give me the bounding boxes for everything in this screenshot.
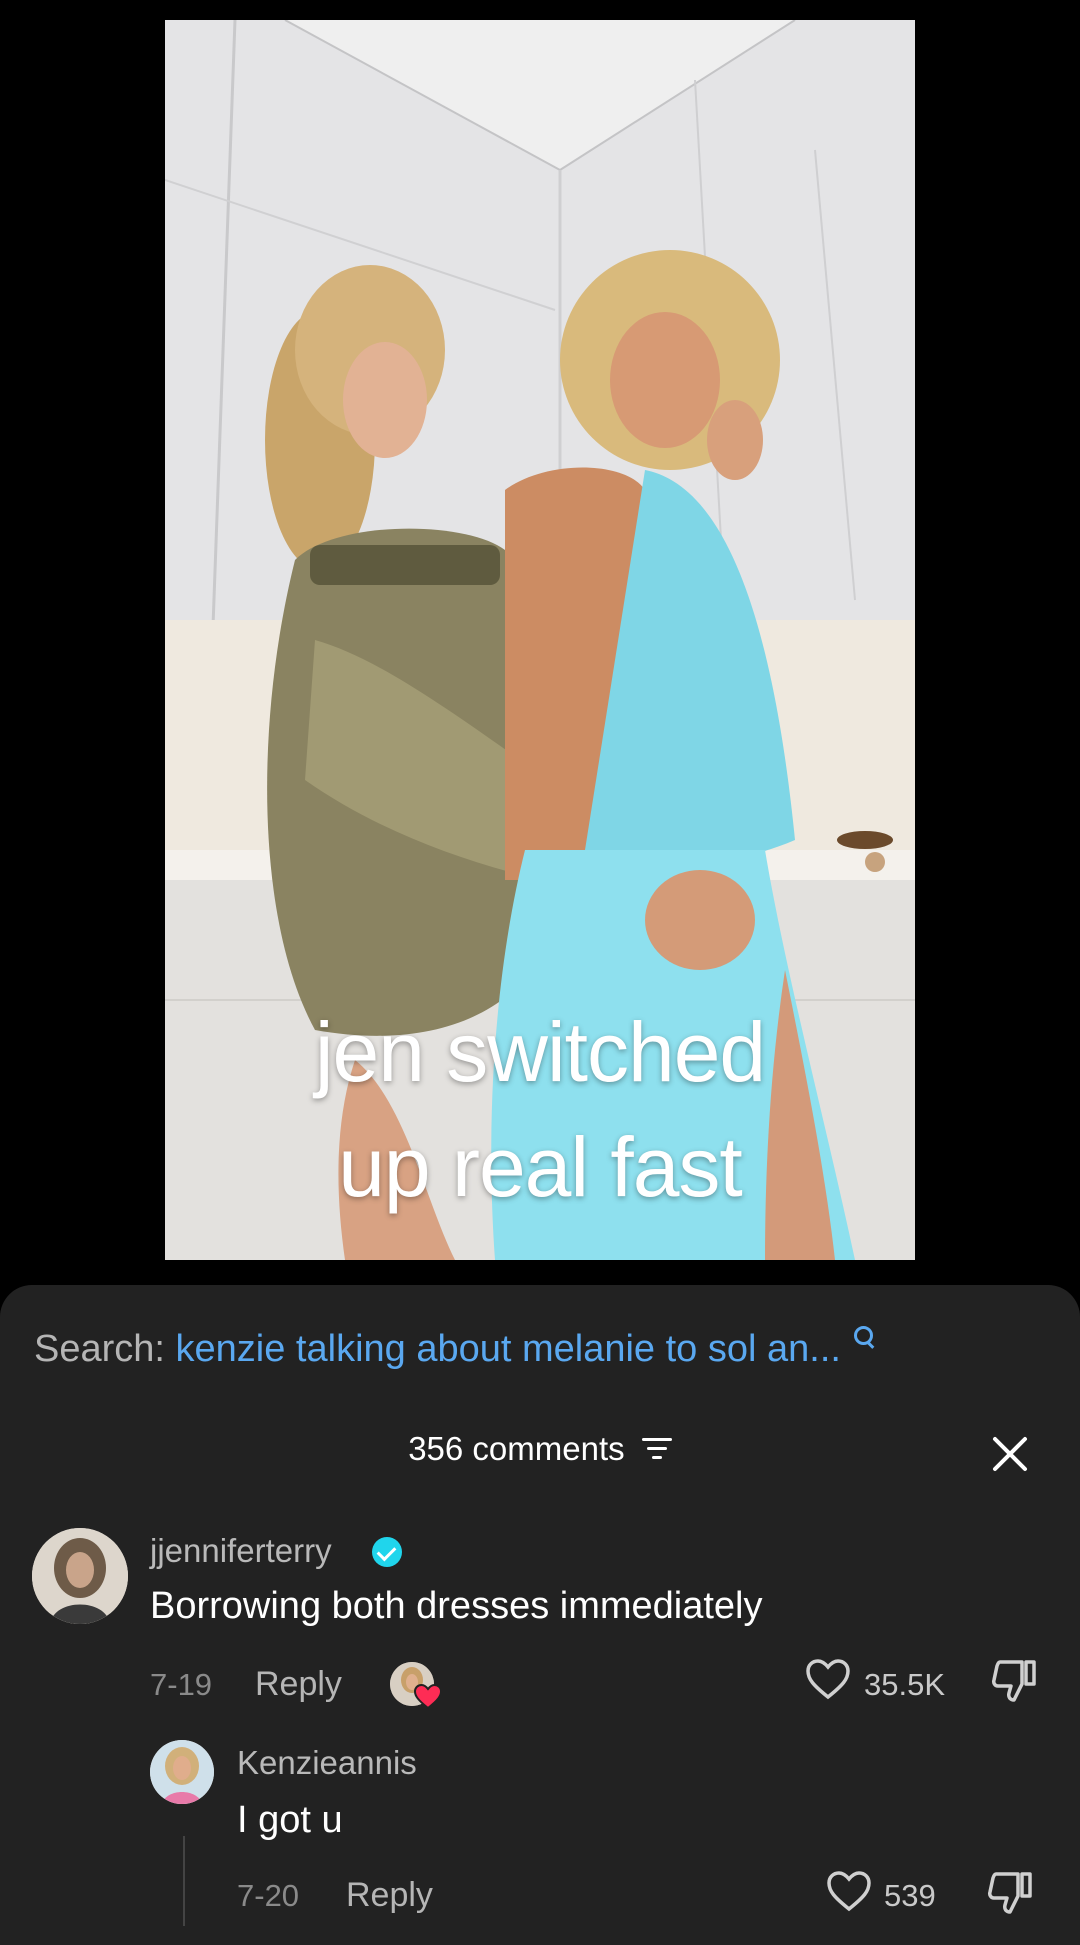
reply-to-reply-button[interactable]: Reply bbox=[346, 1876, 433, 1915]
reply-dislike-icon[interactable] bbox=[986, 1870, 1034, 1916]
reply-heart-icon[interactable] bbox=[826, 1870, 872, 1912]
thread-line bbox=[183, 1836, 185, 1926]
search-suggestion[interactable]: Search: kenzie talking about melanie to … bbox=[34, 1326, 876, 1371]
heart-badge-icon bbox=[414, 1684, 442, 1710]
dislike-icon[interactable] bbox=[990, 1658, 1038, 1704]
reply-username[interactable]: Kenzieannis bbox=[237, 1744, 417, 1782]
filter-icon[interactable] bbox=[641, 1436, 672, 1462]
like-count: 35.5K bbox=[864, 1667, 946, 1702]
comment-username[interactable]: jjenniferterry bbox=[150, 1532, 332, 1570]
reply-avatar[interactable] bbox=[150, 1740, 214, 1804]
reply-avatar-photo bbox=[150, 1740, 214, 1804]
avatar-photo bbox=[32, 1528, 128, 1624]
close-icon[interactable] bbox=[990, 1434, 1030, 1474]
reply-date: 7-20 bbox=[237, 1878, 300, 1913]
search-label: Search: bbox=[34, 1328, 165, 1370]
comment-date: 7-19 bbox=[150, 1667, 213, 1702]
caption-line-2: up real fast bbox=[338, 1120, 743, 1214]
search-query-link[interactable]: kenzie talking about melanie to sol an..… bbox=[176, 1328, 841, 1370]
verified-icon bbox=[372, 1537, 402, 1567]
heart-icon[interactable] bbox=[805, 1658, 851, 1700]
caption-line-1: jen switched bbox=[314, 1005, 766, 1099]
comments-count: 356 comments bbox=[408, 1430, 625, 1467]
video-caption: jen switched up real fast bbox=[165, 995, 915, 1225]
reply-button[interactable]: Reply bbox=[255, 1665, 342, 1704]
avatar[interactable] bbox=[32, 1528, 128, 1624]
comments-header: 356 comments bbox=[0, 1430, 1080, 1468]
comment-text: Borrowing both dresses immediately bbox=[150, 1585, 763, 1627]
reply-text: I got u bbox=[237, 1799, 343, 1841]
search-icon[interactable] bbox=[853, 1326, 876, 1348]
reply-like-count: 539 bbox=[884, 1878, 936, 1913]
video-player[interactable]: jen switched up real fast bbox=[165, 20, 915, 1260]
